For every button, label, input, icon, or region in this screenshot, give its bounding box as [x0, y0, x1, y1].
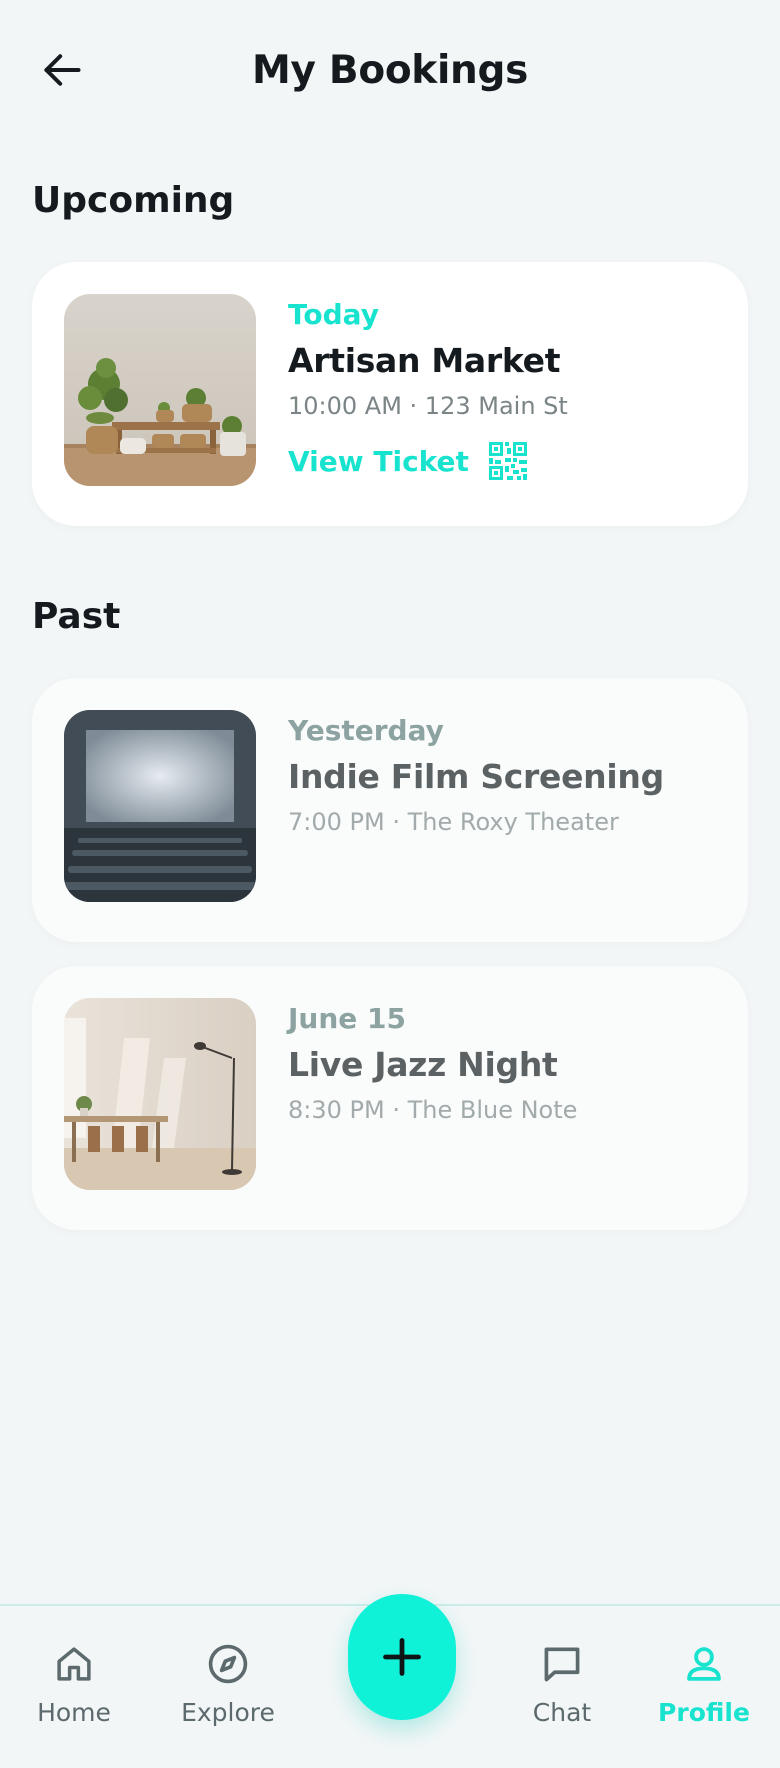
plus-icon	[383, 1638, 421, 1676]
event-thumbnail	[64, 998, 256, 1190]
user-icon	[687, 1647, 721, 1681]
compass-icon	[208, 1644, 248, 1684]
event-title: Live Jazz Night	[288, 1045, 558, 1084]
booking-info: Today Artisan Market 10:00 AM · 123 Main…	[288, 298, 724, 480]
header: My Bookings	[0, 0, 780, 150]
qr-code-icon	[488, 442, 527, 480]
view-ticket-label: View Ticket	[288, 444, 469, 478]
event-meta: 10:00 AM · 123 Main St	[288, 392, 568, 420]
home-icon	[57, 1647, 91, 1681]
event-thumbnail	[64, 294, 256, 486]
event-thumbnail	[64, 710, 256, 902]
view-ticket-button[interactable]: View Ticket	[288, 442, 724, 480]
booking-card-live-jazz[interactable]: June 15 Live Jazz Night 8:30 PM · The Bl…	[32, 966, 748, 1230]
booking-date: Today	[288, 298, 379, 331]
page-title: My Bookings	[251, 48, 529, 93]
tab-explore[interactable]: Explore	[158, 1640, 298, 1727]
tab-label: Profile	[658, 1698, 750, 1727]
booking-date: June 15	[288, 1002, 406, 1035]
chat-icon	[544, 1647, 580, 1682]
section-title-past: Past	[32, 596, 121, 637]
event-title: Artisan Market	[288, 341, 561, 380]
add-button[interactable]	[348, 1594, 456, 1720]
booking-info: June 15 Live Jazz Night 8:30 PM · The Bl…	[288, 1002, 724, 1124]
tab-label: Chat	[532, 1698, 592, 1727]
booking-info: Yesterday Indie Film Screening 7:00 PM ·…	[288, 714, 724, 836]
tab-profile[interactable]: Profile	[634, 1640, 774, 1727]
event-title: Indie Film Screening	[288, 757, 664, 796]
tab-home[interactable]: Home	[4, 1640, 144, 1727]
event-meta: 8:30 PM · The Blue Note	[288, 1096, 578, 1124]
booking-card-artisan-market[interactable]: Today Artisan Market 10:00 AM · 123 Main…	[32, 262, 748, 526]
tab-label: Home	[37, 1698, 111, 1727]
booking-date: Yesterday	[288, 714, 444, 747]
tab-chat[interactable]: Chat	[492, 1640, 632, 1727]
tab-label: Explore	[181, 1698, 275, 1727]
event-meta: 7:00 PM · The Roxy Theater	[288, 808, 619, 836]
booking-card-indie-film[interactable]: Yesterday Indie Film Screening 7:00 PM ·…	[32, 678, 748, 942]
section-title-upcoming: Upcoming	[32, 180, 235, 221]
